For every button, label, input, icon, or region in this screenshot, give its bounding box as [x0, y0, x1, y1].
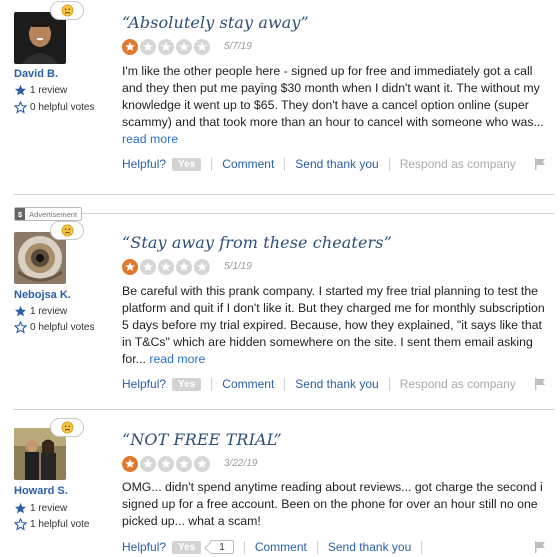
review-title[interactable]: “NOT FREE TRIAL”: [122, 430, 282, 449]
comment-link[interactable]: Comment: [222, 157, 274, 171]
review-actions: Helpful? Yes Comment Send thank you Resp…: [122, 375, 546, 393]
helpful-yes-button[interactable]: Yes: [172, 377, 202, 391]
helpful-votes: 0 helpful votes: [14, 321, 95, 334]
reviewer-name[interactable]: Nebojsa K.: [14, 289, 71, 301]
read-more-link[interactable]: read more: [122, 132, 178, 146]
star-outline-icon: [14, 518, 27, 531]
review-date: 3/22/19: [224, 458, 258, 469]
star-icon: [122, 456, 138, 472]
divider: [284, 157, 286, 171]
helpful-label: Helpful?: [122, 540, 167, 554]
read-more-link[interactable]: read more: [149, 352, 205, 366]
star-icon: [140, 456, 156, 472]
review-date: 5/7/19: [224, 41, 252, 52]
advertisement-label: Advertisement: [29, 209, 78, 219]
mood-bubble: [50, 221, 84, 240]
helpful-votes: 0 helpful votes: [14, 101, 95, 114]
respond-as-company-link[interactable]: Respond as company: [400, 157, 516, 171]
helpful-label: Helpful?: [122, 377, 167, 391]
star-outline-icon: [14, 321, 27, 334]
send-thank-you-link[interactable]: Send thank you: [295, 377, 378, 391]
mood-bubble: [50, 418, 84, 437]
send-thank-you-link[interactable]: Send thank you: [328, 540, 411, 554]
star-icon: [158, 456, 174, 472]
flag-icon[interactable]: [534, 541, 546, 553]
review-actions: Helpful? Yes Comment Send thank you Resp…: [122, 155, 546, 173]
review-count: 1 review: [14, 502, 67, 515]
star-rating: [122, 456, 210, 472]
review-body: OMG... didn't spend anytime reading abou…: [122, 480, 543, 528]
send-thank-you-link[interactable]: Send thank you: [295, 157, 378, 171]
review-body: Be careful with this prank company. I st…: [122, 284, 545, 366]
review-title[interactable]: “Stay away from these cheaters”: [122, 233, 392, 252]
review-divider: [14, 409, 554, 410]
review-date: 5/1/19: [224, 261, 252, 272]
star-icon: [194, 39, 210, 55]
review-title[interactable]: “Absolutely stay away”: [122, 13, 309, 32]
review-actions: Helpful? Yes 1 Comment Send thank you: [122, 538, 546, 556]
star-icon: [140, 39, 156, 55]
divider: [211, 377, 213, 391]
divider: [388, 377, 390, 391]
mood-bubble: [50, 1, 84, 20]
helpful-label: Helpful?: [122, 157, 167, 171]
star-badge-icon: [14, 502, 27, 514]
review-divider: [82, 213, 554, 214]
divider: [211, 157, 213, 171]
helpful-votes: 1 helpful vote: [14, 518, 90, 531]
star-icon: [122, 39, 138, 55]
flag-icon[interactable]: [534, 378, 546, 390]
star-badge-icon: [14, 84, 27, 96]
flag-icon[interactable]: [534, 158, 546, 170]
star-icon: [194, 259, 210, 275]
divider: [284, 377, 286, 391]
star-icon: [158, 39, 174, 55]
star-rating: [122, 259, 210, 275]
divider: [243, 540, 245, 554]
reviewer-name[interactable]: David B.: [14, 68, 58, 80]
star-icon: [140, 259, 156, 275]
star-outline-icon: [14, 101, 27, 114]
star-icon: [176, 39, 192, 55]
sad-face-icon: [61, 4, 73, 17]
comment-link[interactable]: Comment: [255, 540, 307, 554]
sad-face-icon: [61, 421, 73, 434]
dollar-icon: $: [15, 208, 26, 220]
respond-as-company-link[interactable]: Respond as company: [400, 377, 516, 391]
star-icon: [122, 259, 138, 275]
helpful-yes-button[interactable]: Yes: [172, 157, 202, 171]
reviewer-name[interactable]: Howard S.: [14, 485, 68, 497]
star-icon: [194, 456, 210, 472]
star-icon: [158, 259, 174, 275]
divider: [421, 540, 423, 554]
sad-face-icon: [61, 224, 73, 237]
star-badge-icon: [14, 305, 27, 317]
review-body: I'm like the other people here - signed …: [122, 64, 544, 146]
star-icon: [176, 456, 192, 472]
star-rating: [122, 39, 210, 55]
review-count: 1 review: [14, 305, 67, 318]
helpful-yes-button[interactable]: Yes: [172, 540, 202, 554]
star-icon: [176, 259, 192, 275]
divider: [388, 157, 390, 171]
divider: [316, 540, 318, 554]
helpful-count-badge: 1: [210, 540, 234, 554]
review-count: 1 review: [14, 84, 67, 97]
review-divider: [14, 194, 554, 195]
comment-link[interactable]: Comment: [222, 377, 274, 391]
advertisement-tag: $ Advertisement: [14, 207, 83, 221]
